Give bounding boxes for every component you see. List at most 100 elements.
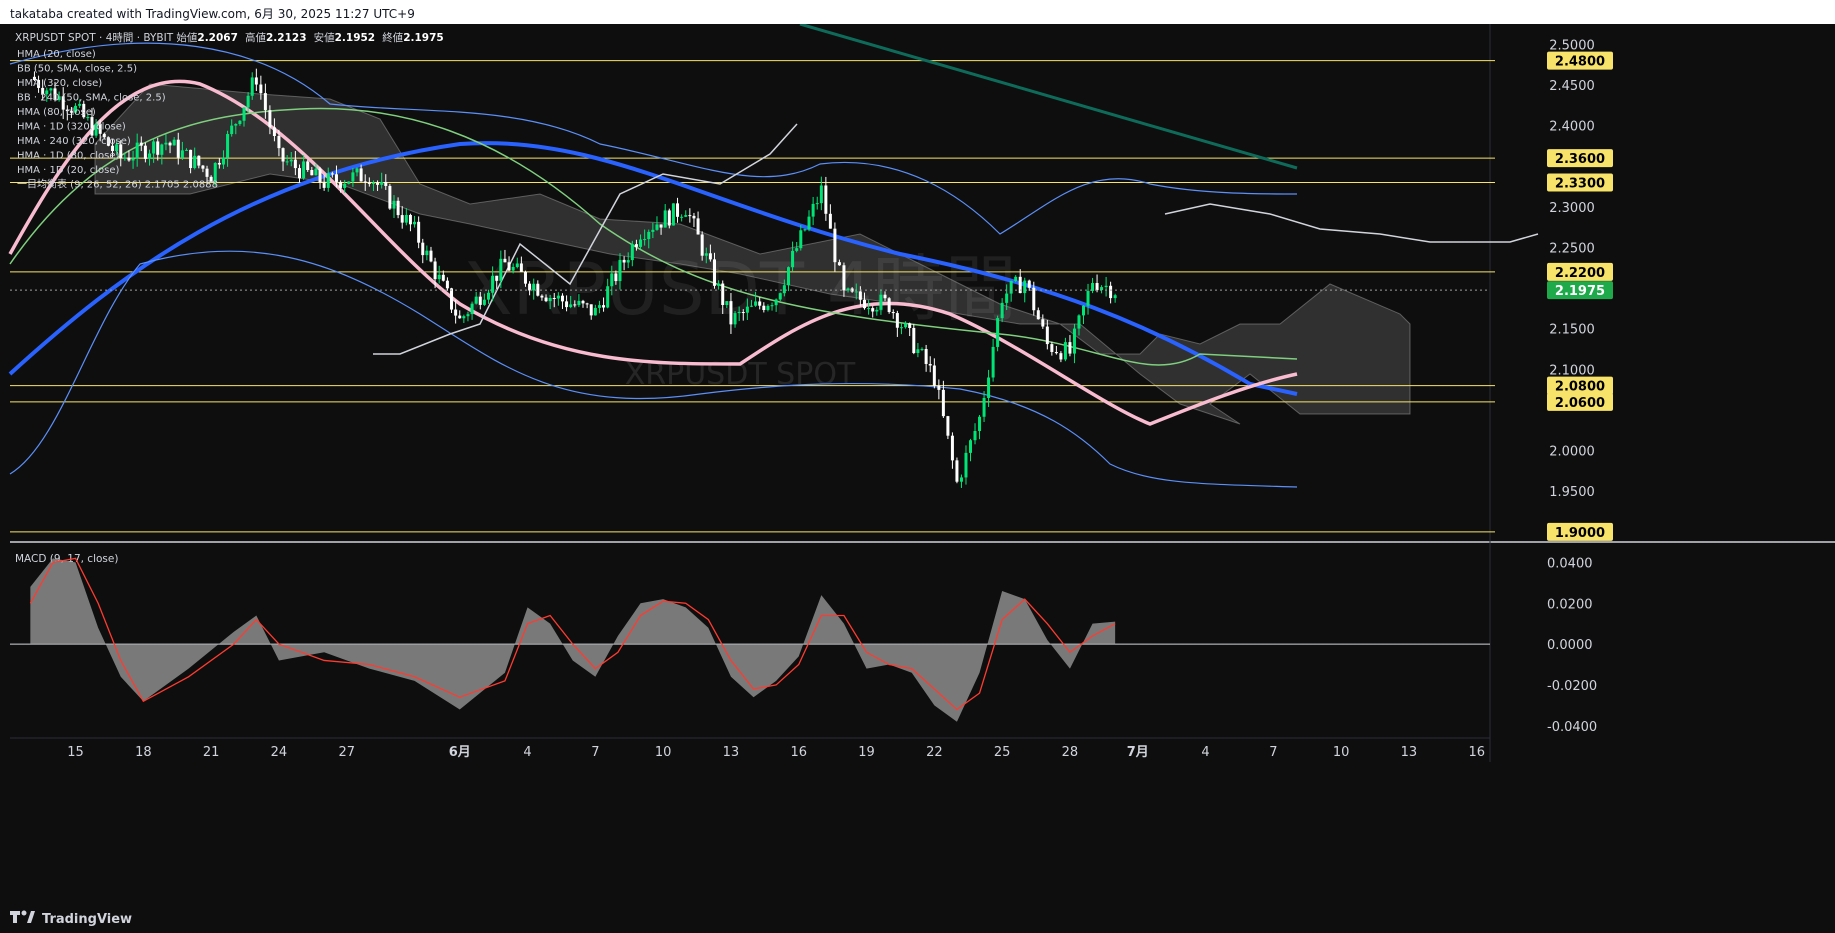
bull-candle [1082,305,1085,316]
bear-candle [544,297,548,302]
macd-tick-label: 0.0400 [1547,556,1593,571]
bull-candle [1113,295,1117,299]
bear-candle [297,168,301,179]
legend-ohlc-label: 始値 [176,31,197,44]
bull-candle [671,203,675,226]
bull-candle [1023,280,1027,294]
bull-candle [982,397,986,417]
bull-candle [314,168,318,176]
bull-candle [766,305,770,311]
bull-candle [148,153,152,159]
bear-candle [433,261,437,280]
header-bar: takataba created with TradingView.com, 6… [0,0,1835,24]
bull-candle [618,259,622,282]
bear-candle [388,185,392,209]
bear-candle [281,148,285,162]
bear-candle [528,283,532,291]
bear-candle [1050,344,1054,352]
chart-window: takataba created with TradingView.com, 6… [0,0,1835,933]
legend-indicator-label: BB · 240 (50, SMA, close, 2.5) [17,93,166,104]
bull-candle [234,123,238,126]
bull-candle [1063,342,1067,360]
bull-candle [964,452,968,478]
date-tick-label: 18 [135,745,152,760]
date-tick-label: 22 [926,745,943,760]
bear-candle [263,93,267,111]
bear-candle [581,300,585,304]
bear-candle [429,250,433,262]
bear-candle [367,182,371,184]
bear-candle [696,218,700,235]
bear-candle [523,271,527,284]
bear-candle [458,315,462,319]
created-by-text: takataba created with TradingView.com, 6… [10,7,415,21]
bear-candle [700,234,704,256]
bear-candle [887,298,891,312]
bull-candle [425,250,429,256]
bear-candle [667,210,671,226]
bear-candle [708,253,712,260]
bull-candle [610,273,614,287]
bull-candle [462,316,466,319]
legend-indicator-label: 一目均衡表 (9, 26, 52, 26) 2.1705 2.0888 [17,178,218,191]
bear-candle [450,288,454,310]
bull-candle [180,150,184,158]
price-level-label: 1.9000 [1555,526,1605,541]
bull-candle [78,103,82,106]
bull-candle [347,181,351,184]
legend-indicator-label: BB (50, SMA, close, 2.5) [17,64,137,75]
legend-indicator-label: HMA · 1D (20, close) [17,165,120,176]
bull-candle [343,183,347,188]
bear-candle [692,215,696,219]
bull-candle [770,305,774,307]
bull-candle [221,157,225,165]
bull-candle [973,431,977,441]
bull-candle [749,305,753,307]
bull-candle [470,303,474,315]
bull-candle [969,440,972,453]
bear-candle [217,162,221,165]
bull-candle [193,155,197,169]
date-tick-label: 19 [858,745,875,760]
bull-candle [791,250,795,268]
bull-candle [355,168,359,173]
bull-candle [569,304,573,308]
bull-candle [987,377,991,398]
bull-candle [737,312,741,314]
bull-candle [725,301,729,305]
bear-candle [762,305,766,311]
date-tick-label: 24 [271,745,288,760]
date-tick-label: 6月 [449,745,471,760]
bear-candle [573,304,577,306]
bull-candle [799,230,803,249]
date-tick-label: 16 [790,745,807,760]
bear-candle [306,161,310,170]
bull-candle [811,203,815,217]
legend-indicator-label: HMA · 240 (320, close) [17,136,131,147]
bear-candle [478,296,482,305]
bear-candle [955,460,959,482]
bear-candle [330,173,334,175]
bear-candle [254,77,258,85]
tradingview-logo-icon[interactable] [10,910,35,924]
date-tick-label: 4 [1201,745,1209,760]
bear-candle [277,135,281,149]
chart-canvas[interactable]: XRPUSDT 4時間XRPUSDT SPOT2.48002.36002.330… [0,24,1835,924]
bear-candle [871,308,875,312]
date-tick-label: 13 [1401,745,1418,760]
bull-candle [1014,276,1018,281]
bull-candle [515,263,519,267]
bull-candle [854,291,858,293]
bull-candle [226,134,230,158]
date-tick-label: 7 [591,745,599,760]
bull-candle [606,286,610,308]
bear-candle [272,127,276,136]
bull-candle [1104,285,1108,288]
date-tick-label: 7 [1269,745,1277,760]
bear-candle [176,139,180,158]
bull-candle [663,210,667,228]
bear-candle [1032,287,1036,311]
bull-candle [904,323,908,328]
bear-candle [1027,280,1031,288]
bear-candle [862,299,866,309]
